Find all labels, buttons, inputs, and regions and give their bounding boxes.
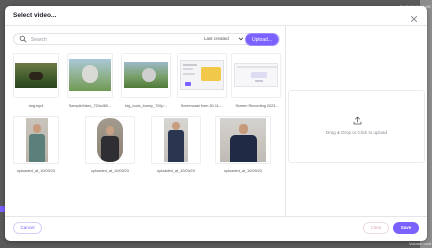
video-tile-screen-recording[interactable]: Screen Recording 2023...: [229, 51, 285, 111]
video-tile-dog[interactable]: dog.mp4: [11, 51, 61, 111]
video-label: uploaded_at_10/09/23: [157, 169, 195, 173]
close-icon: [411, 16, 417, 22]
video-tile-screencast[interactable]: Screencast from 30-11-...: [175, 51, 229, 111]
clear-button[interactable]: Clear: [363, 222, 389, 234]
video-label: big_buck_bunny_720p...: [125, 104, 167, 108]
upload-dropzone[interactable]: Drag & Drop or Click to upload: [288, 90, 425, 163]
video-label: SampleVideo_720x480...: [68, 104, 112, 108]
sort-dropdown[interactable]: Last created: [204, 36, 229, 41]
cancel-button[interactable]: Cancel: [13, 222, 42, 234]
bunny-meadow-thumbnail-image: [124, 62, 168, 88]
round-portrait-thumbnail-image: [97, 118, 123, 162]
video-label: uploaded_at_10/09/23: [224, 169, 262, 173]
video-label: Screen Recording 2023...: [235, 104, 279, 108]
upload-button[interactable]: Upload...: [245, 33, 279, 46]
video-label: dog.mp4: [28, 104, 44, 108]
search-input[interactable]: [31, 35, 191, 44]
video-label: uploaded_at_10/09/23: [17, 169, 55, 173]
screencast-thumbnail-image: [180, 60, 224, 90]
select-video-dialog: Select video... Last created Upload... d…: [5, 6, 427, 241]
bunny-thumbnail-image: [69, 59, 111, 91]
header-divider: [5, 25, 427, 26]
background-volume-label: Volume cont: [408, 241, 431, 246]
video-tile-bunny[interactable]: big_buck_bunny_720p...: [119, 51, 173, 111]
video-label: uploaded_at_10/09/23: [91, 169, 129, 173]
save-button[interactable]: Save: [393, 222, 419, 234]
close-button[interactable]: [409, 11, 419, 22]
dropzone-text: Drag & Drop or Click to upload: [325, 130, 388, 135]
video-label: Screencast from 30-11-...: [180, 104, 224, 108]
chevron-down-icon[interactable]: [238, 36, 244, 42]
search-icon: [19, 35, 27, 43]
footer-divider: [5, 216, 427, 217]
screen-recording-thumbnail-image: [234, 63, 278, 87]
search-bar: Last created: [13, 33, 280, 45]
video-tile-portrait-glasses[interactable]: uploaded_at_10/09/23: [11, 116, 61, 176]
dog-thumbnail-image: [15, 63, 57, 88]
upload-icon: [353, 116, 362, 125]
panel-divider: [285, 26, 286, 216]
video-tile-sample[interactable]: SampleVideo_720x480...: [65, 51, 115, 111]
suit-portrait-thumbnail-image: [164, 118, 188, 162]
video-tile-suit-full[interactable]: uploaded_at_10/09/23: [149, 116, 203, 176]
video-tile-portrait-round[interactable]: uploaded_at_10/09/23: [83, 116, 137, 176]
suit-upper-thumbnail-image: [220, 118, 266, 162]
dialog-title: Select video...: [13, 12, 57, 19]
portrait-thumbnail-image: [26, 118, 48, 162]
video-tile-suit-upper[interactable]: uploaded_at_10/09/23: [213, 116, 273, 176]
